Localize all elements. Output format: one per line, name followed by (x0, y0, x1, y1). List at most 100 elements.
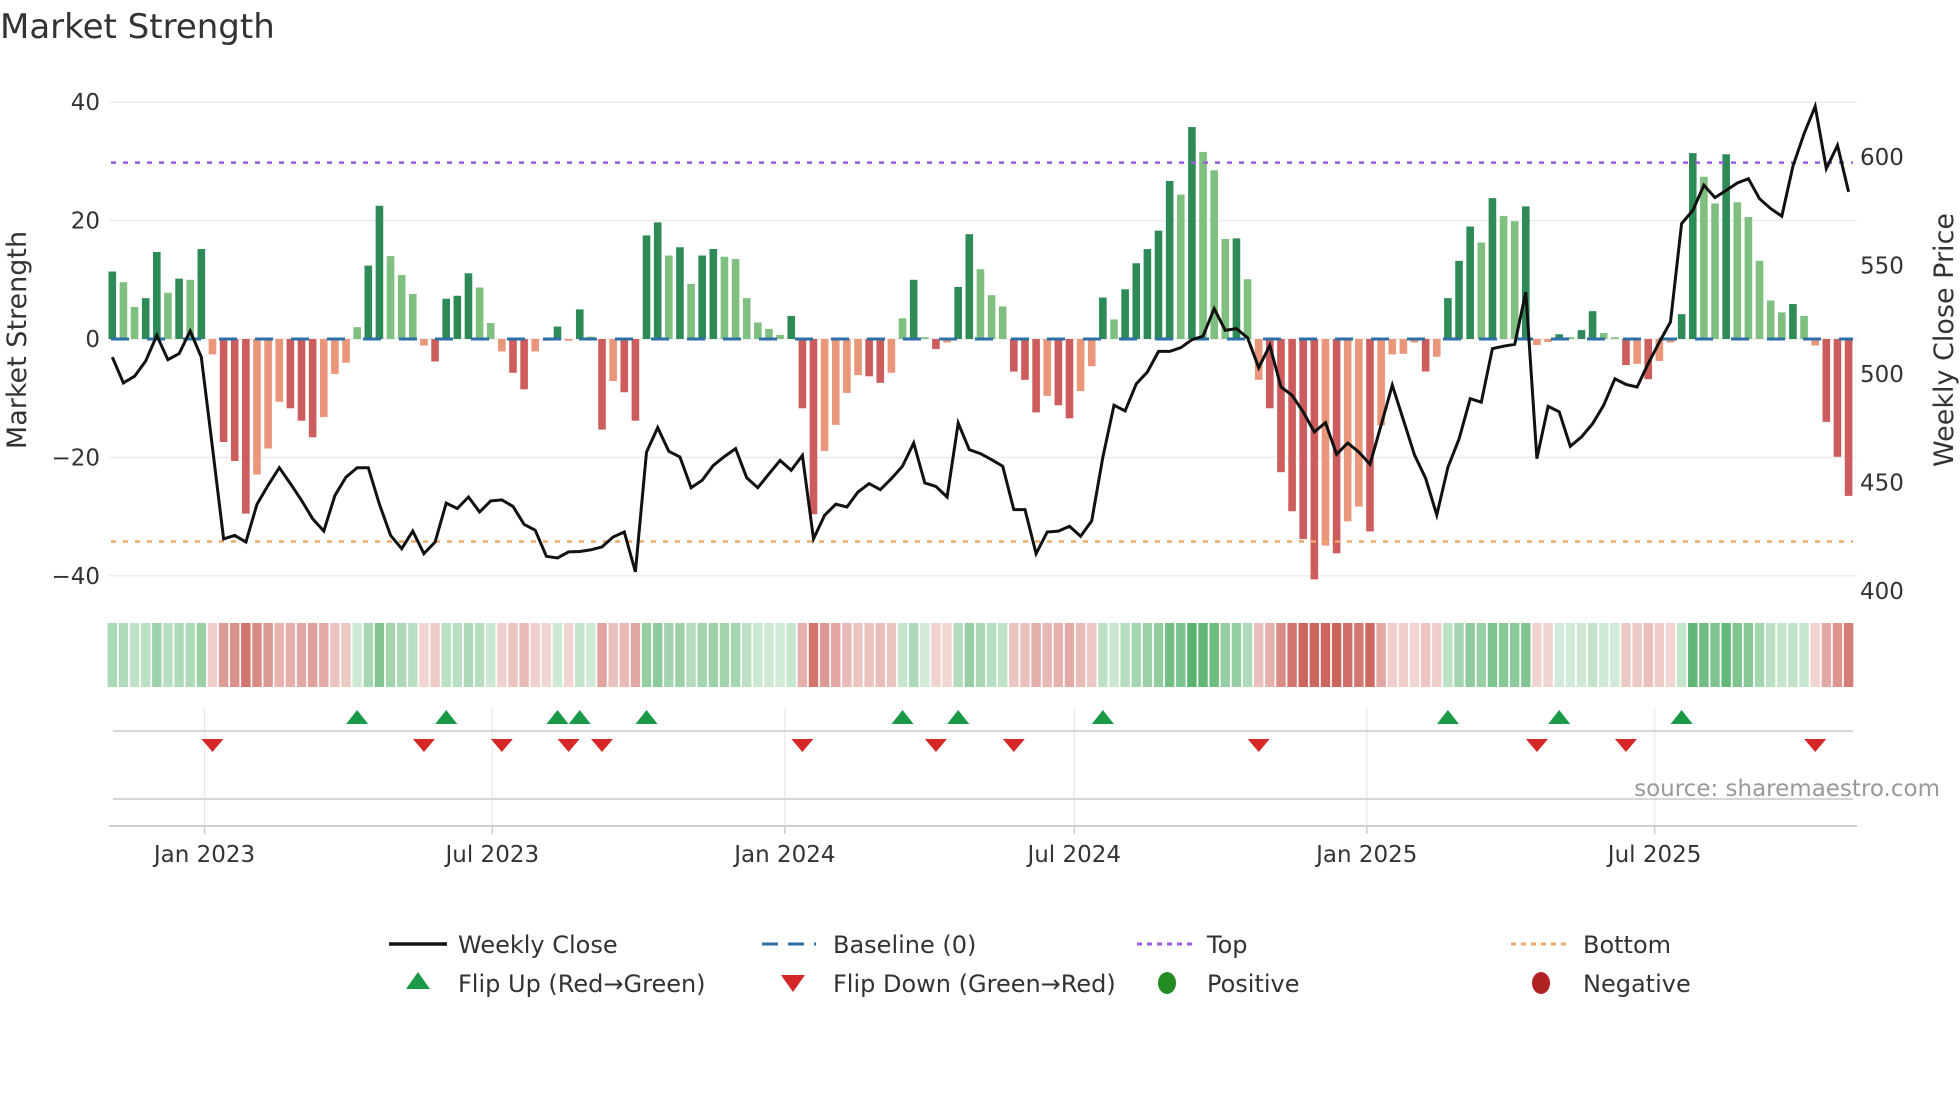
heat-strip-cell (908, 623, 919, 687)
heat-strip-cell (1265, 623, 1275, 687)
flip-down-marker (1614, 739, 1637, 752)
heat-strip-cell (1164, 623, 1175, 687)
heat-strip-cell (942, 623, 952, 687)
heat-strip-cell (296, 623, 307, 687)
y2-tick-label: 500 (1860, 362, 1904, 388)
strength-bar (409, 294, 417, 339)
heat-strip-cell (1721, 623, 1731, 687)
y-tick-label: 20 (71, 209, 100, 235)
strength-bar (1822, 339, 1831, 422)
strength-bar (1154, 230, 1163, 339)
strength-bar (1232, 238, 1241, 339)
heat-strip-cell (1331, 623, 1342, 687)
heat-strip-cell (1031, 623, 1041, 687)
y2-tick-label: 450 (1860, 471, 1904, 497)
heat-strip-cell (986, 623, 997, 687)
strength-bar (954, 286, 962, 339)
strength-bar (1110, 319, 1118, 339)
heat-strip-cell (1354, 623, 1364, 687)
strength-bar (1099, 297, 1107, 339)
strength-bar (342, 339, 350, 363)
strength-bar (1010, 339, 1018, 372)
heat-strip-cell (1498, 623, 1509, 687)
heat-strip-cell (1832, 623, 1843, 687)
heat-strip-cell (330, 623, 340, 687)
heat-strip-cell (118, 623, 129, 687)
strength-bar (1243, 279, 1252, 339)
strength-bar (1633, 339, 1641, 364)
heat-strip-cell (1242, 623, 1253, 687)
strength-bar (1343, 339, 1352, 522)
y-axis-label: Market Strength (2, 231, 33, 449)
strength-bar (1043, 339, 1052, 396)
legend: Weekly Close Baseline (0) Top Bottom Fli… (389, 931, 1691, 998)
heat-strip-cell (1487, 623, 1498, 687)
y2-tick-label: 400 (1860, 579, 1904, 605)
heat-strip-cell (1075, 623, 1086, 687)
heat-strip-cell (374, 623, 385, 687)
flip-up-marker (546, 710, 569, 724)
heat-strip-cell (563, 623, 574, 687)
heat-strip-cell (441, 623, 451, 687)
heat-strip-cell (185, 623, 195, 687)
strength-bar (976, 269, 985, 339)
heat-strip-cell (1621, 623, 1631, 687)
heat-strip-cell (1699, 623, 1709, 687)
heat-strip-cell (641, 623, 652, 687)
heat-strip-cell (1087, 623, 1097, 687)
strength-bar (1143, 249, 1152, 339)
heat-strip-cell (163, 623, 173, 687)
heat-strip-cell (252, 623, 262, 687)
flip-down-marker (791, 739, 814, 752)
heat-strip-cell (1064, 623, 1075, 687)
strength-bar (598, 339, 606, 430)
strength-bar (353, 327, 361, 339)
strength-bar (909, 279, 918, 339)
strength-bar (1588, 311, 1597, 339)
heat-strip-cell (1098, 623, 1108, 687)
heat-strip-cell (920, 623, 930, 687)
legend-weekly-close: Weekly Close (458, 931, 618, 959)
strength-bar (453, 295, 462, 339)
heat-strip-cell (730, 623, 741, 687)
strength-bar (498, 339, 506, 352)
heat-strip-cell (519, 623, 529, 687)
heat-strip-cell (363, 623, 373, 687)
heat-strip-cell (241, 623, 251, 687)
heat-strip-cell (1565, 623, 1576, 687)
heat-strip-cell (1376, 623, 1386, 687)
flip-down-marker (591, 739, 614, 752)
strength-bar (1176, 194, 1185, 339)
strength-bar (865, 339, 873, 377)
heat-strip-cell (385, 623, 396, 687)
flip-down-marker (1247, 739, 1270, 752)
legend-flip-up-icon (406, 972, 430, 989)
heat-strip-cell (263, 623, 273, 687)
strength-bar (464, 273, 473, 339)
strength-bar (843, 339, 851, 393)
source-note: source: sharemaestro.com (1634, 776, 1940, 802)
strength-bar (486, 323, 495, 339)
flip-down-marker (1804, 739, 1827, 752)
strength-bar (1455, 260, 1463, 339)
y2-tick-label: 550 (1860, 254, 1904, 280)
strength-bars (108, 127, 1853, 580)
heat-strip-cell (207, 623, 218, 687)
heat-strip-cell (1142, 623, 1153, 687)
heat-strip-cell (964, 623, 975, 687)
strength-bar (130, 307, 139, 339)
heat-strip-cell (842, 623, 852, 687)
strength-bar (1299, 339, 1308, 540)
x-tick-label: Jul 2025 (1606, 842, 1702, 868)
strength-bar (253, 339, 261, 475)
strength-bar (1388, 339, 1397, 355)
strength-bar (509, 339, 517, 373)
strength-bar (820, 339, 829, 451)
heat-strip-cell (1454, 623, 1464, 687)
heat-strip-cell (1443, 623, 1453, 687)
heat-strip-cell (1387, 623, 1397, 687)
flip-down-marker (1525, 739, 1548, 752)
heat-strip-cell (1209, 623, 1219, 687)
heat-strip-cell (875, 623, 885, 687)
heat-strip-cell (652, 623, 663, 687)
